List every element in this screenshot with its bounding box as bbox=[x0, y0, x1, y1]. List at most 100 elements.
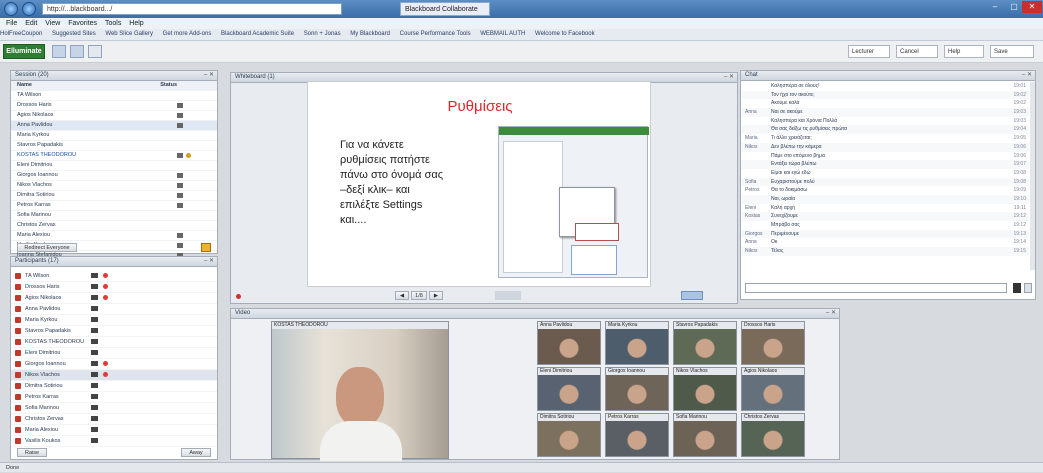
menu-view[interactable]: View bbox=[45, 20, 60, 27]
panel-close-icon[interactable]: – ✕ bbox=[204, 71, 214, 80]
camera-icon[interactable] bbox=[91, 273, 98, 278]
camera-icon[interactable] bbox=[91, 372, 98, 377]
camera-icon[interactable] bbox=[91, 383, 98, 388]
menu-tools[interactable]: Tools bbox=[105, 20, 121, 27]
av-participant-row[interactable]: Sofia Marinou bbox=[11, 403, 217, 414]
save-button[interactable]: Save bbox=[990, 45, 1034, 58]
av-participant-row[interactable]: Dimitra Sotiriou bbox=[11, 381, 217, 392]
camera-icon[interactable] bbox=[91, 328, 98, 333]
av-participant-row[interactable]: Petros Karras bbox=[11, 392, 217, 403]
layout-icon[interactable] bbox=[52, 45, 66, 58]
away-button[interactable]: Away bbox=[181, 448, 211, 457]
camera-icon[interactable] bbox=[91, 284, 98, 289]
microphone-icon[interactable] bbox=[103, 361, 108, 366]
camera-icon[interactable] bbox=[91, 295, 98, 300]
menu-help[interactable]: Help bbox=[129, 20, 143, 27]
slide[interactable]: Ρυθμίσεις Για να κάνετε ρυθμίσεις πατήστ… bbox=[307, 81, 651, 287]
tools-icon[interactable] bbox=[88, 45, 102, 58]
address-bar[interactable]: http://...blackboard.../ bbox=[42, 3, 342, 15]
participant-row[interactable]: Maria Kyrkou bbox=[11, 131, 217, 141]
camera-icon[interactable] bbox=[91, 394, 98, 399]
microphone-icon[interactable] bbox=[103, 372, 108, 377]
favorite-link[interactable]: WEBMAIL AUTH bbox=[480, 31, 525, 37]
participant-row[interactable]: Eleni Dimitriou bbox=[11, 161, 217, 171]
window-icon[interactable] bbox=[70, 45, 84, 58]
favorite-link[interactable]: Get more Add-ons bbox=[163, 31, 212, 37]
favorite-link[interactable]: Sonn + Jonas bbox=[304, 31, 341, 37]
av-participant-row[interactable]: Drossos Haris bbox=[11, 282, 217, 293]
favorite-link[interactable]: My Blackboard bbox=[350, 31, 390, 37]
video-thumbnail[interactable]: Drossos Haris bbox=[741, 321, 805, 365]
participant-row[interactable]: Giorgos Ioannou bbox=[11, 171, 217, 181]
menu-edit[interactable]: Edit bbox=[25, 20, 37, 27]
video-thumbnail[interactable]: Giorgos Ioannou bbox=[605, 367, 669, 411]
role-select[interactable]: Lecturer bbox=[848, 45, 890, 58]
minimize-icon[interactable]: – bbox=[985, 1, 1005, 13]
favorite-link[interactable]: Blackboard Academic Suite bbox=[221, 31, 294, 37]
camera-icon[interactable] bbox=[91, 427, 98, 432]
participant-row[interactable]: Drossos Haris bbox=[11, 101, 217, 111]
camera-icon[interactable] bbox=[91, 339, 98, 344]
next-slide-button[interactable]: ▶ bbox=[429, 291, 443, 300]
chat-input[interactable] bbox=[745, 283, 1007, 293]
participant-row[interactable]: Nikos Vlachos bbox=[11, 181, 217, 191]
video-thumbnail[interactable]: Anna Pavlidou bbox=[537, 321, 601, 365]
menu-favorites[interactable]: Favorites bbox=[68, 20, 97, 27]
participant-row[interactable]: Christos Zervas bbox=[11, 221, 217, 231]
camera-icon[interactable] bbox=[91, 361, 98, 366]
participant-row[interactable]: TA Wilson bbox=[11, 91, 217, 101]
microphone-icon[interactable] bbox=[103, 295, 108, 300]
back-icon[interactable] bbox=[4, 2, 18, 16]
prev-slide-button[interactable]: ◀ bbox=[395, 291, 409, 300]
participant-row[interactable]: Dimitra Sotiriou bbox=[11, 191, 217, 201]
camera-icon[interactable] bbox=[91, 306, 98, 311]
chat-scrollbar[interactable] bbox=[1030, 82, 1035, 270]
cancel-button[interactable]: Cancel bbox=[896, 45, 938, 58]
redirect-button[interactable]: Redirect Everyone bbox=[17, 243, 77, 252]
participant-row[interactable]: KOSTAS THEODOROU bbox=[11, 151, 217, 161]
panel-close-icon[interactable]: – ✕ bbox=[724, 73, 734, 82]
forward-icon[interactable] bbox=[22, 2, 36, 16]
favorite-link[interactable]: Course Performance Tools bbox=[400, 31, 471, 37]
send-icon[interactable] bbox=[1013, 283, 1021, 293]
participant-row[interactable]: Stavros Papadakis bbox=[11, 141, 217, 151]
av-participant-row[interactable]: Stavros Papadakis bbox=[11, 326, 217, 337]
favorite-link[interactable]: Web Slice Gallery bbox=[105, 31, 153, 37]
favorite-link[interactable]: Welcome to Facebook bbox=[535, 31, 595, 37]
participant-row[interactable]: Maria Alexiou bbox=[11, 231, 217, 241]
video-thumbnail[interactable]: Sofia Marinou bbox=[673, 413, 737, 457]
help-button[interactable]: Help bbox=[944, 45, 984, 58]
menu-file[interactable]: File bbox=[6, 20, 17, 27]
close-icon[interactable]: ✕ bbox=[1022, 1, 1042, 13]
pointer-icon[interactable] bbox=[236, 294, 241, 299]
raise-hand-button[interactable]: Raise bbox=[17, 448, 47, 457]
browser-tab[interactable]: Blackboard Collaborate bbox=[400, 2, 490, 16]
camera-icon[interactable] bbox=[91, 350, 98, 355]
av-participant-row[interactable]: Maria Kyrkou bbox=[11, 315, 217, 326]
av-participant-row[interactable]: Maria Alexiou bbox=[11, 425, 217, 436]
av-participant-row[interactable]: Vasilis Koukos bbox=[11, 436, 217, 447]
star-icon[interactable] bbox=[201, 243, 211, 252]
participant-row[interactable]: Petros Karras bbox=[11, 201, 217, 211]
camera-icon[interactable] bbox=[91, 317, 98, 322]
video-thumbnail[interactable]: Agios Nikolaos bbox=[741, 367, 805, 411]
participant-row[interactable]: Sofia Marinou bbox=[11, 211, 217, 221]
av-participant-row[interactable]: KOSTAS THEODOROU bbox=[11, 337, 217, 348]
video-thumbnail[interactable]: Dimitra Sotiriou bbox=[537, 413, 601, 457]
av-participant-row[interactable]: Eleni Dimitriou bbox=[11, 348, 217, 359]
av-participant-row[interactable]: Nikos Vlachos bbox=[11, 370, 217, 381]
camera-icon[interactable] bbox=[91, 405, 98, 410]
maximize-icon[interactable]: ▢ bbox=[1004, 1, 1024, 13]
camera-icon[interactable] bbox=[91, 438, 98, 443]
video-thumbnail[interactable]: Christos Zervas bbox=[741, 413, 805, 457]
microphone-icon[interactable] bbox=[103, 284, 108, 289]
microphone-icon[interactable] bbox=[103, 273, 108, 278]
favorite-link[interactable]: Suggested Sites bbox=[52, 31, 96, 37]
participant-row[interactable]: Anna Pavlidou bbox=[11, 121, 217, 131]
av-participant-row[interactable]: TA Wilson bbox=[11, 271, 217, 282]
video-thumbnail[interactable]: Eleni Dimitriou bbox=[537, 367, 601, 411]
main-video[interactable]: KOSTAS THEODOROU bbox=[271, 321, 449, 461]
panel-close-icon[interactable]: – ✕ bbox=[826, 309, 836, 318]
av-participant-row[interactable]: Agios Nikolaos bbox=[11, 293, 217, 304]
panel-close-icon[interactable]: – ✕ bbox=[1022, 71, 1032, 80]
